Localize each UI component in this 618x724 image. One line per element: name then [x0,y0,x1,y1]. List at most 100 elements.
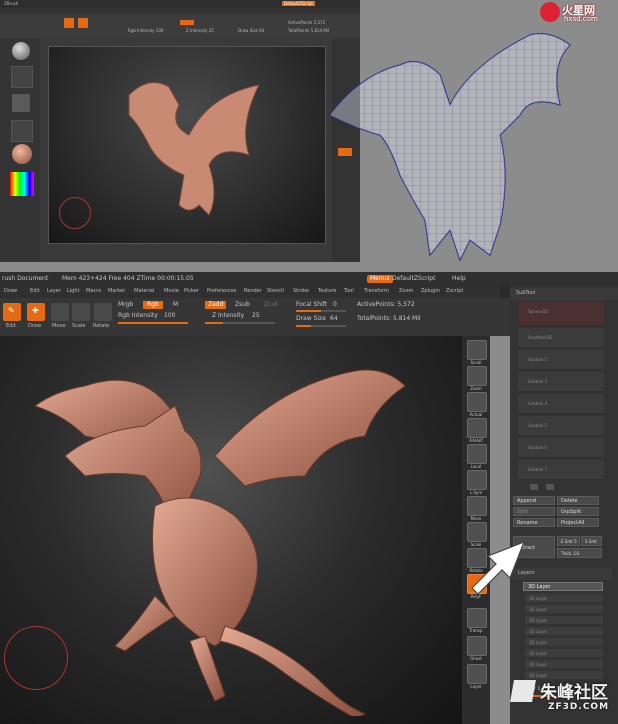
subtool-item[interactable]: PolyMesh3D [518,328,604,348]
zadd-button[interactable]: Zadd [205,301,227,309]
menu-draw[interactable]: Draw [4,288,17,295]
scroll-button[interactable] [467,340,487,360]
focal-shift-value: 0 [333,301,337,308]
append-button[interactable]: Append [513,496,555,505]
grpsplit-button[interactable]: GrpSplit [557,507,599,516]
document-canvas[interactable] [0,336,462,724]
menu-macro[interactable]: Macro [86,288,101,295]
subtool-item[interactable]: Subtool 4 [518,394,604,414]
top-edit-button[interactable] [64,18,74,28]
transp-button[interactable] [467,608,487,628]
menu-zscript[interactable]: Zscript [446,288,463,295]
top-canvas[interactable] [48,46,326,244]
e-smt-slider[interactable]: E Smt 5 [557,536,580,546]
menu-preferences[interactable]: Preferences [207,288,236,295]
top-zadd-button[interactable] [180,20,194,25]
menus-button[interactable]: Menus [367,275,393,283]
menu-light[interactable]: Light [67,288,79,295]
menu-movie[interactable]: Movie [164,288,179,295]
edit-icon: ✎ [8,306,15,315]
subtool-item[interactable]: Subtool 6 [518,438,604,458]
annotation-arrow-icon [471,540,526,595]
z-intensity-value: 25 [252,312,260,319]
subtool-item[interactable]: Subtool 3 [518,372,604,392]
layer-button[interactable] [467,664,487,684]
menu-zplugin[interactable]: Zplugin [421,288,440,295]
m-button[interactable]: M [173,301,178,309]
rename-button[interactable]: Rename [513,518,555,527]
projectall-button[interactable]: ProjectAll [557,518,599,527]
menu-render[interactable]: Render [244,288,262,295]
layer-item[interactable]: 3D Layer [525,594,603,603]
menu-texture[interactable]: Texture [318,288,336,295]
rgb-intensity-fill [118,322,188,324]
subtool-header[interactable]: SubTool [510,288,618,300]
top-screenshot: ZBrush DefaultZScript Rgb Intensity 100 … [0,0,618,262]
top-material-icon[interactable] [12,144,32,164]
menu-material[interactable]: Material [134,288,154,295]
subtool-item[interactable]: Subtool 5 [518,416,604,436]
top-draw-button[interactable] [78,18,88,28]
hxsd-url: hxsd.com [564,15,598,23]
menu-marker[interactable]: Marker [108,288,125,295]
ghost-button[interactable] [467,636,487,656]
layer-item[interactable]: 3D Layer [525,616,603,625]
layer-item[interactable]: 3D Layer [525,638,603,647]
menu-zoom[interactable]: Zoom [399,288,413,295]
total-points: TotalPoints: 5.814 Mil [357,315,421,322]
mrgb-button[interactable]: Mrgb [118,301,133,309]
layer-item[interactable]: 3D Layer [525,627,603,636]
move-button[interactable] [51,303,69,321]
active-layer[interactable]: 3D Layer [523,582,603,591]
layer-item[interactable]: 3D Layer [525,649,603,658]
rgb-button[interactable]: Rgb [143,301,163,309]
focal-shift-slider[interactable] [296,310,346,312]
subtool-item[interactable]: Subtool 7 [518,460,604,480]
zcut-button[interactable]: Zcut [264,301,278,309]
help-button[interactable]: Help [452,275,466,283]
right-shelf: Scroll Zoom Actual AAHalf Local L.Sym Mo… [462,336,490,724]
screenshot-divider [0,262,618,272]
subtool-item-active[interactable]: Sphere3D [518,302,604,326]
rotate-button[interactable] [94,303,112,321]
split-button[interactable]: Split [513,507,555,516]
top-default-script[interactable]: DefaultZScript [282,1,315,6]
menu-layer[interactable]: Layer [47,288,61,295]
menu-picker[interactable]: Picker [184,288,199,295]
menu-stencil[interactable]: Stencil [267,288,284,295]
top-color-picker[interactable] [10,172,34,196]
shelf-move-button[interactable] [467,496,487,516]
zsub-button[interactable]: Zsub [235,301,250,309]
top-brush-icon[interactable] [12,42,30,60]
edit-button[interactable]: ✎ [3,303,21,321]
top-stroke-icon[interactable] [11,66,33,88]
subtool-name: Subtool 5 [528,423,548,428]
subtool-name: PolyMesh3D [528,335,553,340]
local-button[interactable] [467,444,487,464]
layer-item[interactable]: 3D Layer [525,605,603,614]
subtool-item[interactable]: Subtool 2 [518,350,604,370]
aahalf-button[interactable] [467,418,487,438]
top-texture-icon[interactable] [11,120,33,142]
subtool-down-arrow[interactable] [546,484,554,490]
lsym-button[interactable] [467,470,487,490]
s-smt-toggle[interactable]: S Smt [581,536,602,546]
actual-button[interactable] [467,392,487,412]
hxsd-watermark: 火星网 hxsd.com [540,2,614,24]
menu-transform[interactable]: Transform [364,288,389,295]
top-alpha-icon[interactable] [12,94,30,112]
menu-edit[interactable]: Edit [30,288,40,295]
z-intensity-slider[interactable] [205,322,275,324]
delete-button[interactable]: Delete [557,496,599,505]
zoom-button[interactable] [467,366,487,386]
default-zscript-link[interactable]: DefaultZScript [392,275,435,283]
scale-button[interactable] [72,303,90,321]
layer-item[interactable]: 3D Layer [525,660,603,669]
menu-tool[interactable]: Tool [344,288,354,295]
menu-stroke[interactable]: Stroke [293,288,309,295]
subtool-up-arrow[interactable] [530,484,538,490]
thick-slider[interactable]: Thick .03 [557,548,602,558]
draw-button[interactable]: ✚ [27,303,45,321]
rgb-intensity-slider[interactable] [118,322,188,324]
draw-size-slider[interactable] [296,325,346,327]
